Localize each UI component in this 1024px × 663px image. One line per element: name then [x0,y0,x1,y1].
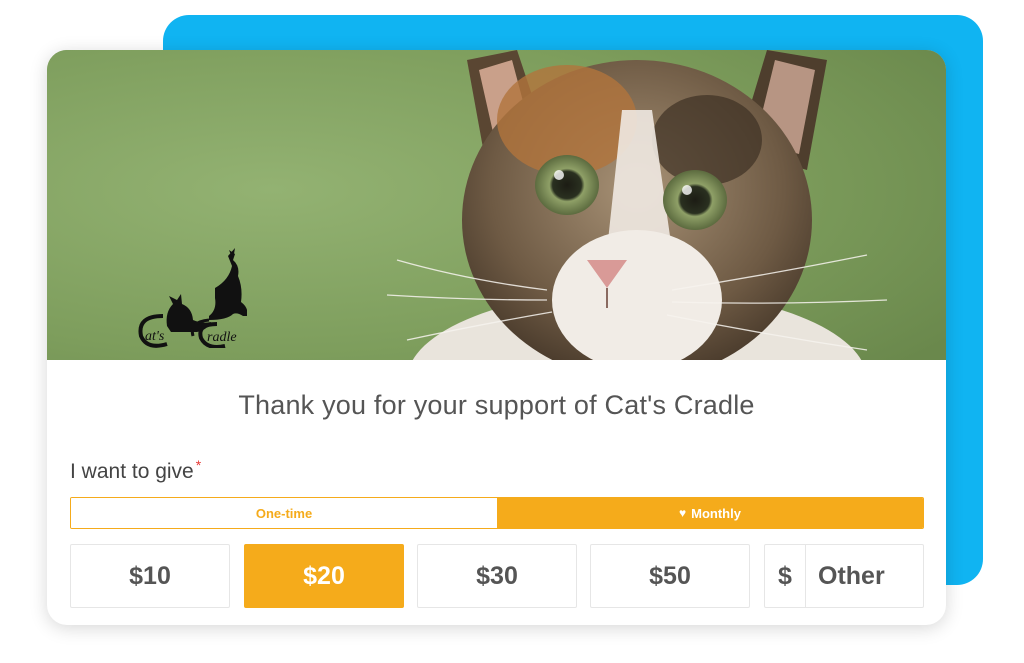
amount-20-button[interactable]: $20 [244,544,404,608]
other-amount-input[interactable] [806,545,923,607]
donation-widget: at's radle Thank you for your support of… [0,0,1024,663]
two-cats-silhouette-icon: at's radle [138,248,247,348]
frequency-toggle: One-time ♥ Monthly [70,497,924,529]
monthly-label: Monthly [691,505,741,521]
logo-text-part1: at's [145,329,165,344]
give-label-text: I want to give [70,460,194,483]
amount-options: $10 $20 $30 $50 $ [70,544,924,608]
donation-card: at's radle Thank you for your support of… [47,50,946,625]
monthly-option[interactable]: ♥ Monthly [497,498,923,528]
hero-image: at's radle [47,50,946,360]
one-time-label: One-time [255,505,313,521]
logo-text-part2: radle [207,330,237,345]
amount-50-button[interactable]: $50 [590,544,750,608]
one-time-option[interactable]: One-time [71,498,497,528]
page-title: Thank you for your support of Cat's Crad… [238,390,755,420]
amount-10-button[interactable]: $10 [70,544,230,608]
heart-icon: ♥ [679,506,687,520]
amount-30-button[interactable]: $30 [417,544,577,608]
required-mark: * [195,457,202,473]
other-amount-field: $ [764,544,924,608]
currency-symbol: $ [765,545,806,607]
give-label: I want to give * [70,457,201,484]
